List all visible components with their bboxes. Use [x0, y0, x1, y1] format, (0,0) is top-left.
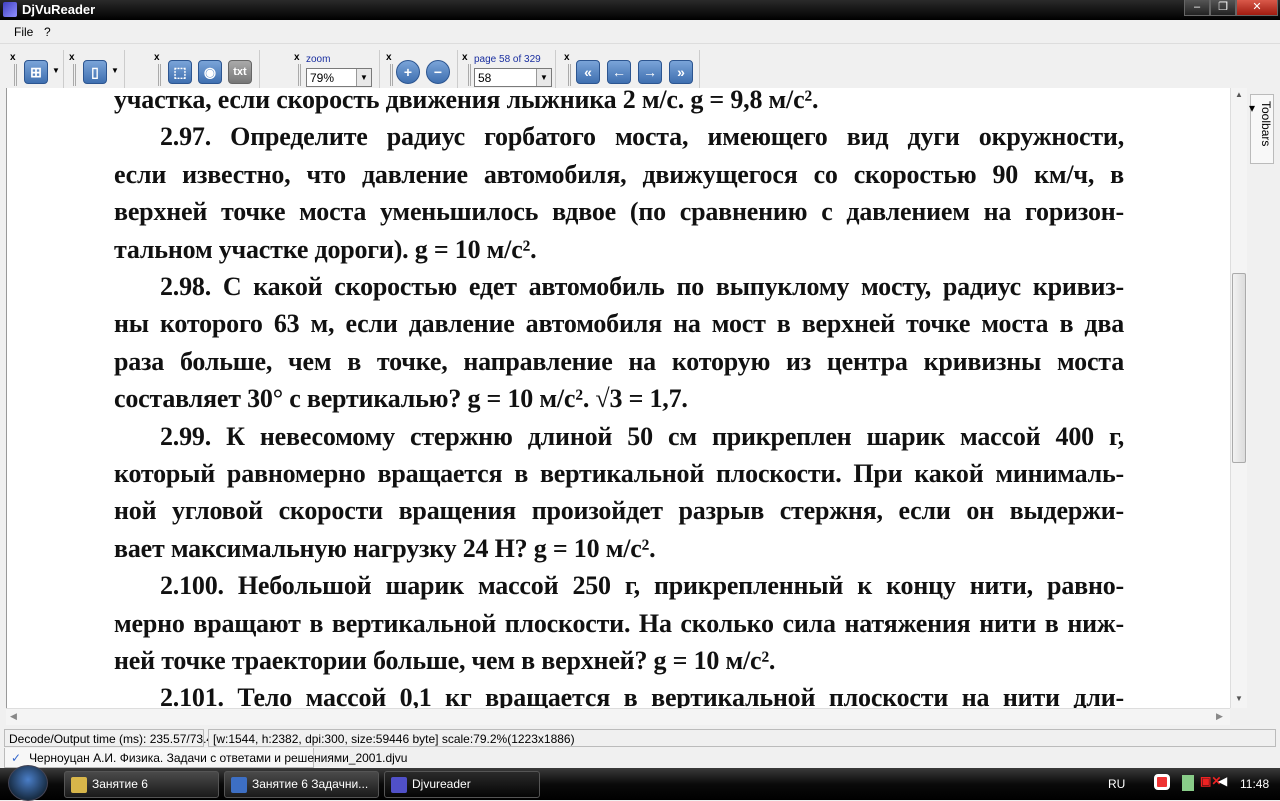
select-image-button[interactable]: ◉ — [198, 60, 222, 84]
page-count-label: page 58 of 329 — [474, 54, 541, 65]
zoom-in-button[interactable]: + — [396, 60, 420, 84]
clock[interactable]: 11:48 — [1240, 777, 1269, 791]
taskbar-label: Занятие 6 Задачни... — [252, 777, 369, 792]
document-text-line: 2.98. С какой скоростью едет автомобиль … — [160, 272, 1124, 301]
check-icon: ✓ — [11, 751, 22, 765]
menu-help[interactable]: ? — [44, 25, 51, 39]
volume-icon[interactable]: ◀ — [1218, 774, 1227, 788]
page-value: 58 — [478, 71, 492, 85]
document-text-line: раза больше, чем в точке, направление на… — [114, 346, 1124, 376]
zoom-out-button[interactable]: − — [426, 60, 450, 84]
last-page-button[interactable]: » — [669, 60, 693, 84]
scroll-left-icon[interactable]: ◀ — [10, 711, 17, 722]
page-layout-button[interactable]: ▯ — [83, 60, 107, 84]
close-group-icon[interactable]: x — [386, 52, 392, 63]
toolbar-group-zoom-buttons: x + − — [382, 50, 458, 88]
toolbar-group-navigation-pane: x ⊞ ▼ — [6, 50, 64, 88]
app-tray-icon[interactable] — [1154, 774, 1170, 790]
zoom-label: zoom — [306, 54, 331, 65]
page-info: [w:1544, h:2382, dpi:300, size:59446 byt… — [208, 729, 1276, 747]
toolbar-group-page: x ▯ ▼ — [65, 50, 125, 88]
previous-page-button[interactable]: ← — [607, 60, 631, 84]
taskbar-label: Занятие 6 — [92, 777, 148, 792]
taskbar-item-folder[interactable]: Занятие 6 — [64, 771, 219, 798]
scroll-down-icon[interactable]: ▼ — [1235, 694, 1243, 703]
status-bar: Decode/Output time (ms): 235.57/73.43 [w… — [0, 728, 1280, 748]
document-text-line: 2.97. Определите радиус горбатого моста,… — [160, 122, 1124, 152]
side-panel: Toolbars ▾ — [1245, 88, 1276, 728]
close-group-icon[interactable]: x — [154, 52, 160, 63]
document-text-line: который равномерно вращается в вертикаль… — [114, 459, 1124, 488]
document-tab-label: Черноуцан А.И. Физика. Задачи с ответами… — [29, 751, 408, 765]
toolbar-group-selection: x ⬚ ◉ txt — [150, 50, 260, 88]
taskbar-item-djvureader[interactable]: Djvureader — [384, 771, 540, 798]
chevron-down-icon[interactable]: ▼ — [536, 69, 551, 86]
chevron-down-icon[interactable]: ▼ — [52, 66, 60, 75]
toolbars-tab[interactable]: Toolbars ▾ — [1245, 94, 1274, 164]
taskbar: Занятие 6 Занятие 6 Задачни... Djvureade… — [0, 765, 1280, 801]
restore-button[interactable]: ❐ — [1210, 0, 1236, 16]
menu-file[interactable]: File — [14, 25, 33, 39]
zoom-select[interactable]: 79% ▼ — [306, 68, 372, 87]
document-text-line: вает максимальную нагрузку 24 Н? g = 10 … — [114, 533, 656, 563]
close-group-icon[interactable]: x — [294, 52, 300, 63]
toolbar: x ⊞ ▼ x ▯ ▼ x ⬚ ◉ txt x zoom 79% ▼ x + − x … — [0, 46, 1280, 88]
decode-time: Decode/Output time (ms): 235.57/73.43 — [4, 729, 220, 747]
document-text-line: если известно, что давление автомобиля, … — [114, 159, 1124, 189]
title-bar: DjVuReader – ❐ ✕ — [0, 0, 1280, 20]
chevron-down-icon[interactable]: ▼ — [111, 66, 119, 75]
thumbnails-button[interactable]: ⊞ — [24, 60, 48, 84]
menu-bar: File ? — [0, 20, 1280, 44]
document-text-line: ны которого 63 м, если давление автомоби… — [114, 309, 1124, 339]
document-text-line: ной угловой скорости вращения произойдет… — [114, 496, 1124, 526]
language-indicator[interactable]: RU — [1108, 777, 1125, 791]
toolbar-group-zoom: x zoom 79% ▼ — [290, 50, 380, 88]
document-text-line: верхней точке моста уменьшилось вдвое (п… — [114, 197, 1124, 227]
close-group-icon[interactable]: x — [69, 52, 75, 63]
select-region-button[interactable]: ⬚ — [168, 60, 192, 84]
document-text-line: мерно вращают в вертикальной плоскости. … — [114, 608, 1124, 638]
vertical-scrollbar[interactable]: ▲ ▼ — [1230, 88, 1247, 708]
scroll-up-icon[interactable]: ▲ — [1235, 90, 1243, 99]
toolbar-group-page-select: x page 58 of 329 58 ▼ — [460, 50, 556, 88]
first-page-button[interactable]: « — [576, 60, 600, 84]
close-group-icon[interactable]: x — [10, 52, 16, 63]
battery-icon[interactable] — [1182, 775, 1194, 791]
djvureader-icon — [391, 777, 407, 793]
document-text-line: составляет 30° с вертикалью? g = 10 м/с²… — [114, 384, 688, 414]
document-text-line: участка, если скорость движения лыжника … — [114, 88, 819, 114]
window-title: DjVuReader — [22, 2, 96, 17]
document-tab[interactable]: ✓ Черноуцан А.И. Физика. Задачи с ответам… — [4, 748, 407, 768]
word-icon — [231, 777, 247, 793]
document-text-line: 2.99. К невесомому стержню длиной 50 см … — [160, 421, 1124, 451]
start-button[interactable] — [8, 765, 48, 801]
zoom-value: 79% — [310, 71, 335, 85]
document-text-line: ней точке траектории больше, чем в верхн… — [114, 646, 776, 675]
minimize-button[interactable]: – — [1184, 0, 1210, 16]
taskbar-item-word[interactable]: Занятие 6 Задачни... — [224, 771, 379, 798]
next-page-button[interactable]: → — [638, 60, 662, 84]
toolbar-group-page-nav: x « ← → » — [560, 50, 700, 88]
taskbar-label: Djvureader — [412, 777, 471, 792]
folder-icon — [71, 777, 87, 793]
close-group-icon[interactable]: x — [564, 52, 570, 63]
document-text-line: 2.100. Небольшой шарик массой 250 г, при… — [160, 571, 1124, 601]
chevron-down-icon[interactable]: ▼ — [356, 69, 371, 86]
close-button[interactable]: ✕ — [1236, 0, 1278, 16]
horizontal-scrollbar[interactable]: ◀ ▶ — [6, 708, 1230, 725]
scroll-right-icon[interactable]: ▶ — [1216, 711, 1223, 722]
select-text-button[interactable]: txt — [228, 60, 252, 84]
document-text-line: 2.101. Тело массой 0,1 кг вращается в ве… — [160, 683, 1124, 708]
app-icon — [3, 2, 17, 17]
close-group-icon[interactable]: x — [462, 52, 468, 63]
document-view[interactable]: участка, если скорость движения лыжника … — [6, 88, 1230, 708]
page-select[interactable]: 58 ▼ — [474, 68, 552, 87]
scrollbar-thumb[interactable] — [1232, 273, 1246, 463]
document-text-line: тальном участке дороги). g = 10 м/с². — [114, 234, 537, 264]
